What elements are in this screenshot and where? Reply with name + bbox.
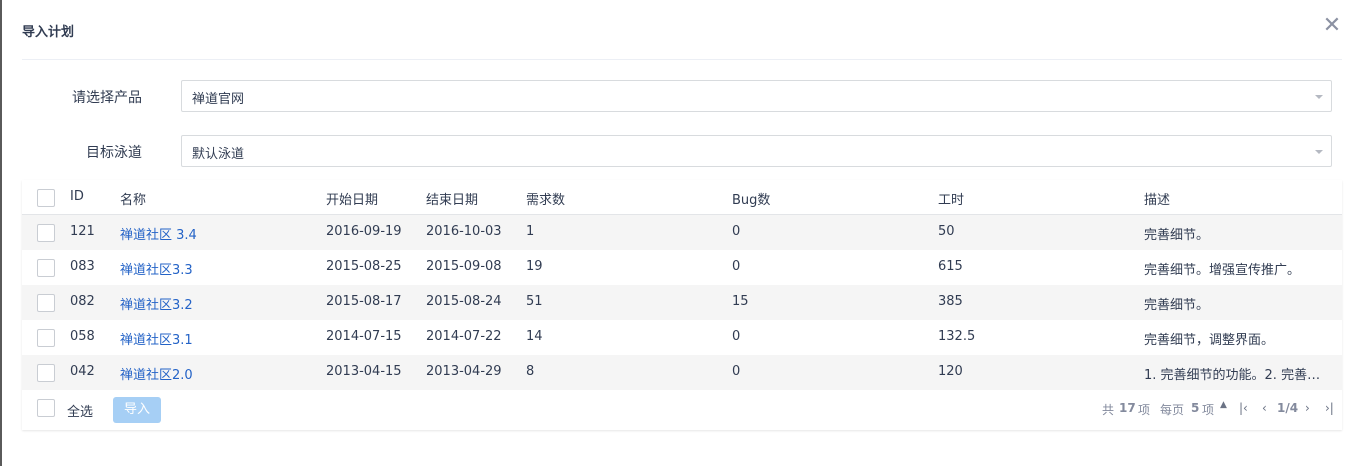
col-bugs[interactable]: Bug数 xyxy=(732,189,770,208)
cell-end: 2016-10-03 xyxy=(426,224,502,239)
lane-row: 目标泳道 默认泳道 xyxy=(22,135,1342,167)
row-checkbox[interactable] xyxy=(37,224,55,242)
prev-page-icon[interactable]: ‹ xyxy=(1262,401,1267,415)
lane-select[interactable]: 默认泳道 xyxy=(181,135,1332,167)
close-icon[interactable]: ✕ xyxy=(1322,14,1342,38)
table-row[interactable]: 083 禅道社区3.3 2015-08-25 2015-09-08 19 0 6… xyxy=(22,250,1342,285)
pager-page: 1/4 xyxy=(1277,401,1299,415)
cell-stories: 14 xyxy=(526,329,543,344)
pager-total-suffix: 项 xyxy=(1138,403,1151,417)
cell-bugs: 0 xyxy=(732,224,741,239)
header-checkbox[interactable] xyxy=(37,189,55,207)
first-page-icon[interactable]: |‹ xyxy=(1239,401,1248,415)
table-row[interactable]: 082 禅道社区3.2 2015-08-17 2015-08-24 51 15 … xyxy=(22,285,1342,320)
table-footer: 全选 导入 共 17 项 每页 5 项 ▲ |‹ ‹ 1/4 › ›| xyxy=(22,390,1342,430)
cell-bugs: 15 xyxy=(732,294,749,309)
col-stories[interactable]: 需求数 xyxy=(526,189,565,208)
cell-hours: 615 xyxy=(938,259,963,274)
select-all-checkbox[interactable] xyxy=(37,399,55,417)
cell-begin: 2016-09-19 xyxy=(326,224,402,239)
col-begin[interactable]: 开始日期 xyxy=(326,189,378,208)
col-end[interactable]: 结束日期 xyxy=(426,189,478,208)
product-row: 请选择产品 禅道官网 xyxy=(22,80,1342,112)
cell-end: 2015-09-08 xyxy=(426,259,502,274)
cell-stories: 19 xyxy=(526,259,543,274)
row-checkbox[interactable] xyxy=(37,259,55,277)
table-row[interactable]: 121 禅道社区 3.4 2016-09-19 2016-10-03 1 0 5… xyxy=(22,215,1342,250)
plan-name-link[interactable]: 禅道社区 3.4 xyxy=(120,224,197,243)
cell-end: 2014-07-22 xyxy=(426,329,502,344)
cell-id: 082 xyxy=(70,294,95,309)
cell-id: 121 xyxy=(70,224,95,239)
cell-bugs: 0 xyxy=(732,364,741,379)
product-select[interactable]: 禅道官网 xyxy=(181,80,1332,112)
pager: 共 17 项 每页 5 项 ▲ |‹ ‹ 1/4 › ›| xyxy=(1102,400,1342,419)
cell-hours: 385 xyxy=(938,294,963,309)
cell-desc: 完善细节，调整界面。 xyxy=(1144,333,1275,348)
plan-name-link[interactable]: 禅道社区3.2 xyxy=(120,294,193,313)
table-row[interactable]: 042 禅道社区2.0 2013-04-15 2013-04-29 8 0 12… xyxy=(22,355,1342,390)
pager-per-page-prefix[interactable]: 每页 xyxy=(1160,401,1184,418)
plan-name-link[interactable]: 禅道社区3.1 xyxy=(120,329,193,348)
pager-per-page-suffix[interactable]: 项 xyxy=(1202,401,1214,418)
cell-hours: 50 xyxy=(938,224,955,239)
pager-per-page[interactable]: 5 xyxy=(1191,401,1199,415)
next-page-icon[interactable]: › xyxy=(1305,401,1310,415)
row-checkbox[interactable] xyxy=(37,294,55,312)
row-checkbox[interactable] xyxy=(37,329,55,347)
cell-begin: 2015-08-17 xyxy=(326,294,402,309)
caret-up-icon[interactable]: ▲ xyxy=(1220,400,1227,410)
window-edge xyxy=(0,0,2,466)
pager-total-prefix: 共 xyxy=(1102,403,1115,417)
col-hours[interactable]: 工时 xyxy=(938,189,964,208)
cell-stories: 8 xyxy=(526,364,535,379)
dialog-header: 导入计划 ✕ xyxy=(22,0,1342,60)
cell-desc: 完善细节。 xyxy=(1144,228,1210,243)
table-header: ID 名称 开始日期 结束日期 需求数 Bug数 工时 描述 xyxy=(22,180,1342,215)
lane-select-value: 默认泳道 xyxy=(192,147,245,162)
import-button[interactable]: 导入 xyxy=(113,397,161,423)
cell-id: 083 xyxy=(70,259,95,274)
col-id[interactable]: ID xyxy=(70,189,84,204)
cell-bugs: 0 xyxy=(732,259,741,274)
product-select-value: 禅道官网 xyxy=(192,92,245,107)
pager-total: 17 xyxy=(1119,401,1136,415)
cell-hours: 132.5 xyxy=(938,329,976,344)
row-checkbox[interactable] xyxy=(37,364,55,382)
cell-desc: 完善细节。增强宣传推广。 xyxy=(1144,263,1301,278)
dialog-title: 导入计划 xyxy=(22,25,75,40)
last-page-icon[interactable]: ›| xyxy=(1325,401,1334,415)
lane-label: 目标泳道 xyxy=(86,145,142,161)
cell-stories: 1 xyxy=(526,224,535,239)
table-row[interactable]: 058 禅道社区3.1 2014-07-15 2014-07-22 14 0 1… xyxy=(22,320,1342,355)
col-name[interactable]: 名称 xyxy=(120,189,146,208)
cell-bugs: 0 xyxy=(732,329,741,344)
product-label: 请选择产品 xyxy=(72,90,142,106)
plan-name-link[interactable]: 禅道社区3.3 xyxy=(120,259,193,278)
cell-desc: 完善细节。 xyxy=(1144,298,1210,313)
cell-begin: 2013-04-15 xyxy=(326,364,402,379)
plan-name-link[interactable]: 禅道社区2.0 xyxy=(120,364,193,383)
cell-desc: 1. 完善细节的功能。2. 完善英... xyxy=(1144,368,1332,383)
chevron-down-icon xyxy=(1315,150,1323,154)
cell-stories: 51 xyxy=(526,294,543,309)
cell-id: 042 xyxy=(70,364,95,379)
cell-end: 2013-04-29 xyxy=(426,364,502,379)
cell-begin: 2014-07-15 xyxy=(326,329,402,344)
cell-hours: 120 xyxy=(938,364,963,379)
plan-table: ID 名称 开始日期 结束日期 需求数 Bug数 工时 描述 121 禅道社区 … xyxy=(22,180,1342,430)
col-desc[interactable]: 描述 xyxy=(1144,189,1170,208)
cell-end: 2015-08-24 xyxy=(426,294,502,309)
cell-id: 058 xyxy=(70,329,95,344)
select-all-label[interactable]: 全选 xyxy=(67,401,93,420)
chevron-down-icon xyxy=(1315,95,1323,99)
cell-begin: 2015-08-25 xyxy=(326,259,402,274)
